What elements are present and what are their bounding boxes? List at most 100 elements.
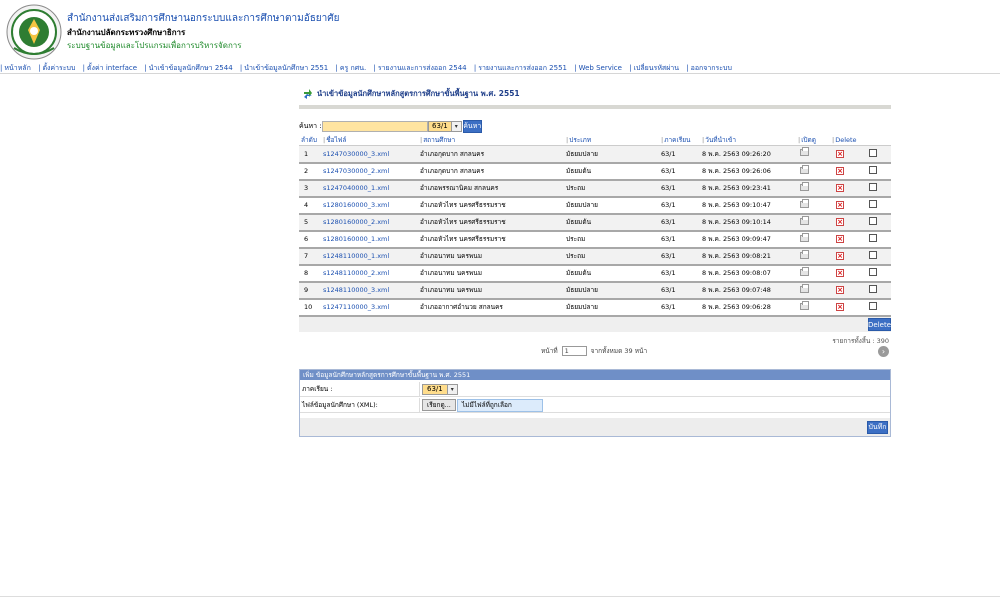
row-select-cell: [867, 264, 891, 283]
col-header-type[interactable]: |ประเภท: [566, 135, 661, 146]
delete-icon[interactable]: ×: [836, 235, 844, 243]
printer-icon[interactable]: [800, 232, 809, 242]
row-number: 1: [299, 145, 323, 164]
row-type: ประถม: [566, 247, 661, 266]
delete-icon[interactable]: ×: [836, 184, 844, 192]
file-status: ไม่มีไฟล์ที่ถูกเลือก: [456, 398, 543, 412]
row-date: 8 พ.ค. 2563 09:23:41: [702, 179, 798, 198]
import-table: ลำดับ |ชื่อไฟล์ |สถานศึกษา |ประเภท |ภาคเ…: [299, 135, 891, 317]
printer-icon[interactable]: [800, 164, 809, 174]
row-filename-link[interactable]: s1247030000_3.xml: [323, 145, 420, 164]
row-view-cell: [798, 213, 832, 232]
search-input[interactable]: [322, 121, 428, 132]
row-filename-link[interactable]: s1280160000_3.xml: [323, 196, 420, 215]
row-checkbox[interactable]: [869, 302, 877, 310]
row-school: อำเภอนาทม นครพนม: [420, 264, 566, 283]
row-checkbox[interactable]: [869, 217, 877, 225]
nav-change-password[interactable]: เปลี่ยนรหัสผ่าน: [632, 62, 684, 74]
row-filename-link[interactable]: s1247040000_1.xml: [323, 179, 420, 198]
printer-icon[interactable]: [800, 181, 809, 191]
col-header-filename[interactable]: |ชื่อไฟล์: [323, 135, 420, 146]
file-row: ไฟล์ข้อมูลนักศึกษา (XML): เรียกดู... ไม่…: [300, 398, 890, 413]
delete-icon[interactable]: ×: [836, 303, 844, 311]
nav-web-service[interactable]: Web Service: [577, 62, 627, 74]
row-filename-link[interactable]: s1247030000_2.xml: [323, 162, 420, 181]
row-date: 8 พ.ค. 2563 09:10:14: [702, 213, 798, 232]
row-checkbox[interactable]: [869, 183, 877, 191]
row-filename-link[interactable]: s1248110000_3.xml: [323, 281, 420, 300]
printer-icon[interactable]: [800, 198, 809, 208]
nav-settings[interactable]: ตั้งค่าระบบ: [40, 62, 80, 74]
nav-logout[interactable]: ออกจากระบบ: [689, 62, 737, 74]
row-number: 8: [299, 264, 323, 283]
nav-home[interactable]: หน้าหลัก: [2, 62, 35, 74]
row-filename-link[interactable]: s1248110000_1.xml: [323, 247, 420, 266]
next-page-icon[interactable]: ›: [878, 346, 889, 357]
row-number: 10: [299, 298, 323, 317]
row-checkbox[interactable]: [869, 234, 877, 242]
row-term: 63/1: [661, 145, 702, 164]
row-select-cell: [867, 230, 891, 249]
row-checkbox[interactable]: [869, 148, 877, 157]
row-date: 8 พ.ค. 2563 09:26:20: [702, 145, 798, 164]
import-arrows-icon: [304, 89, 312, 99]
col-header-term[interactable]: |ภาคเรียน: [661, 135, 702, 146]
search-button[interactable]: ค้นหา: [462, 120, 482, 133]
row-checkbox[interactable]: [869, 251, 877, 259]
search-label: ค้นหา :: [299, 122, 322, 130]
add-semester-select[interactable]: 63/1 ▾: [422, 383, 458, 395]
row-delete-cell: ×: [832, 247, 867, 266]
save-button[interactable]: บันทึก: [867, 421, 888, 434]
row-filename-link[interactable]: s1280160000_2.xml: [323, 213, 420, 232]
delete-icon[interactable]: ×: [836, 252, 844, 260]
delete-icon[interactable]: ×: [836, 286, 844, 294]
row-delete-cell: ×: [832, 179, 867, 198]
row-date: 8 พ.ค. 2563 09:08:07: [702, 264, 798, 283]
nav-report-2551[interactable]: รายงานและการส่งออก 2551: [476, 62, 572, 74]
browse-file-button[interactable]: เรียกดู...: [422, 399, 456, 411]
row-checkbox[interactable]: [869, 200, 877, 208]
table-footer: Delete: [299, 317, 891, 332]
row-filename-link[interactable]: s1248110000_2.xml: [323, 264, 420, 283]
page-number-input[interactable]: 1: [561, 346, 587, 356]
row-number: 2: [299, 162, 323, 181]
row-filename-link[interactable]: s1247110000_3.xml: [323, 298, 420, 317]
row-checkbox[interactable]: [869, 285, 877, 293]
delete-selected-button[interactable]: Delete: [868, 318, 891, 331]
row-select-cell: [867, 145, 891, 164]
system-name: ระบบฐานข้อมูลและโปรแกรมเพื่อการบริหารจัด…: [67, 41, 242, 50]
row-checkbox[interactable]: [869, 166, 877, 174]
row-filename-link[interactable]: s1280160000_1.xml: [323, 230, 420, 249]
row-delete-cell: ×: [832, 264, 867, 283]
delete-icon[interactable]: ×: [836, 218, 844, 226]
delete-icon[interactable]: ×: [836, 201, 844, 209]
nav-interface[interactable]: ตั้งค่า interface: [85, 62, 142, 74]
nav-import-2551[interactable]: นำเข้าข้อมูลนักศึกษา 2551: [242, 62, 333, 74]
row-checkbox[interactable]: [869, 268, 877, 276]
bottom-divider: [0, 596, 1000, 597]
printer-icon[interactable]: [800, 283, 809, 293]
table-row: 10 s1247110000_3.xml อำเภออากาศอำนวย สกลนค…: [299, 298, 891, 317]
delete-icon[interactable]: ×: [836, 149, 844, 158]
row-delete-cell: ×: [832, 213, 867, 232]
row-select-cell: [867, 281, 891, 300]
delete-icon[interactable]: ×: [836, 167, 844, 175]
nav-teachers[interactable]: ครู กศน.: [338, 62, 371, 74]
row-school: อำเภอหัวไทร นครศรีธรรมราช: [420, 213, 566, 232]
printer-icon[interactable]: [800, 249, 809, 259]
nav-report-2544[interactable]: รายงานและการส่งออก 2544: [376, 62, 472, 74]
row-term: 63/1: [661, 179, 702, 198]
row-type: ประถม: [566, 179, 661, 198]
printer-icon[interactable]: [800, 300, 809, 310]
printer-icon[interactable]: [800, 147, 809, 157]
printer-icon[interactable]: [800, 266, 809, 276]
col-header-no[interactable]: ลำดับ: [299, 135, 323, 146]
col-header-date[interactable]: |วันที่นำเข้า: [702, 135, 798, 146]
nav-import-2544[interactable]: นำเข้าข้อมูลนักศึกษา 2544: [147, 62, 238, 74]
col-header-school[interactable]: |สถานศึกษา: [420, 135, 566, 146]
delete-icon[interactable]: ×: [836, 269, 844, 277]
semester-select[interactable]: 63/1 ▾: [428, 121, 462, 132]
table-row: 4 s1280160000_3.xml อำเภอหัวไทร นครศรีธรรม…: [299, 196, 891, 215]
row-select-cell: [867, 162, 891, 181]
printer-icon[interactable]: [800, 215, 809, 225]
